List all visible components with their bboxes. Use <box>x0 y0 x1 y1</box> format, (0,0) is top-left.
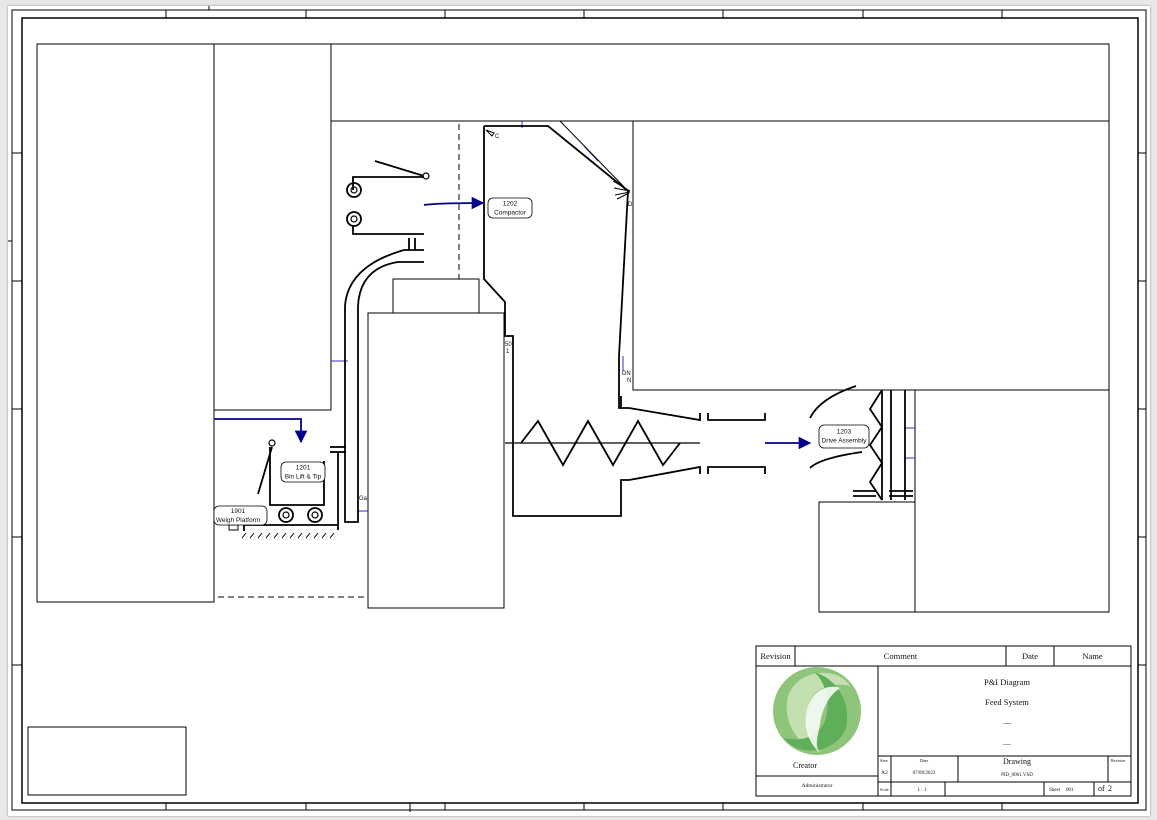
tag-weigh-platform-name: Weigh Platform <box>216 517 260 524</box>
bin-lift-mechanism <box>330 160 430 530</box>
drawing-value: PID_0001.VSD <box>1001 773 1033 778</box>
scale-label: Scale <box>880 787 889 792</box>
header-comment: Comment <box>884 651 918 661</box>
drawing-title-line-1: P&I Diagram <box>984 677 1030 687</box>
revision-label: Revision <box>1111 758 1125 763</box>
sheet-frame <box>8 6 1147 812</box>
creator-label: Creator <box>793 761 817 770</box>
diagram-canvas: 1202 Compactor 1201 Bin Lift & Tip 1901 … <box>8 6 1147 812</box>
creator-name: Administrator <box>802 783 833 789</box>
tag-compactor-number: 1202 <box>503 201 518 208</box>
tag-bin-lift-name: Bin Lift & Tip <box>285 474 322 481</box>
drawing-sheet: 1202 Compactor 1201 Bin Lift & Tip 1901 … <box>8 6 1150 816</box>
date-label: Date <box>920 758 929 763</box>
screw-conveyor <box>505 407 766 481</box>
tag-bin-lift[interactable]: 1201 Bin Lift & Tip <box>280 461 326 483</box>
flow-arrows <box>214 196 812 450</box>
tag-weigh-platform-number: 1901 <box>231 508 246 515</box>
sheet-label: Sheet <box>1049 788 1061 793</box>
tag-drive-assembly-name: Drive Assembly <box>822 438 868 445</box>
drawing-label: Drawing <box>1003 757 1031 766</box>
of-value: 2 <box>1108 784 1112 793</box>
drawing-title-line-3: ---- <box>1003 721 1011 727</box>
fragment-labels: 50 1 DN N Ga C D <box>359 134 633 502</box>
tag-drive-assembly[interactable]: 1203 Drive Assembly <box>818 424 870 449</box>
fragment-label-50: 50 <box>505 342 512 348</box>
fragment-label-c: C <box>495 134 500 140</box>
size-value: A2 <box>881 770 888 776</box>
fragment-label-d: D <box>628 202 633 208</box>
scale-value: 1 : 1 <box>918 788 927 793</box>
fragment-label-dn: DN <box>622 371 631 377</box>
blue-lines <box>331 121 915 512</box>
fragment-label-ga: Ga <box>359 496 368 502</box>
drawing-title-line-2: Feed System <box>985 697 1029 707</box>
company-logo-icon <box>773 667 861 755</box>
fragment-label-n: N <box>627 378 631 384</box>
sheet-value: 001 <box>1066 788 1074 793</box>
tag-drive-assembly-number: 1203 <box>837 429 852 436</box>
tag-compactor-name: Compactor <box>494 210 527 217</box>
size-label: Size <box>880 758 888 763</box>
date-value: 07/09/2023 <box>913 771 936 776</box>
tag-weigh-platform[interactable]: 1901 Weigh Platform <box>213 505 268 526</box>
area-boxes <box>36 43 1110 613</box>
tag-compactor[interactable]: 1202 Compactor <box>487 197 533 219</box>
header-revision: Revision <box>760 651 791 661</box>
of-label: of <box>1098 784 1105 793</box>
header-date: Date <box>1022 651 1038 661</box>
tag-bin-lift-number: 1201 <box>296 465 311 472</box>
drawing-title-line-4: ---- <box>1003 742 1011 748</box>
fragment-label-1: 1 <box>506 349 510 355</box>
header-name: Name <box>1082 651 1103 661</box>
